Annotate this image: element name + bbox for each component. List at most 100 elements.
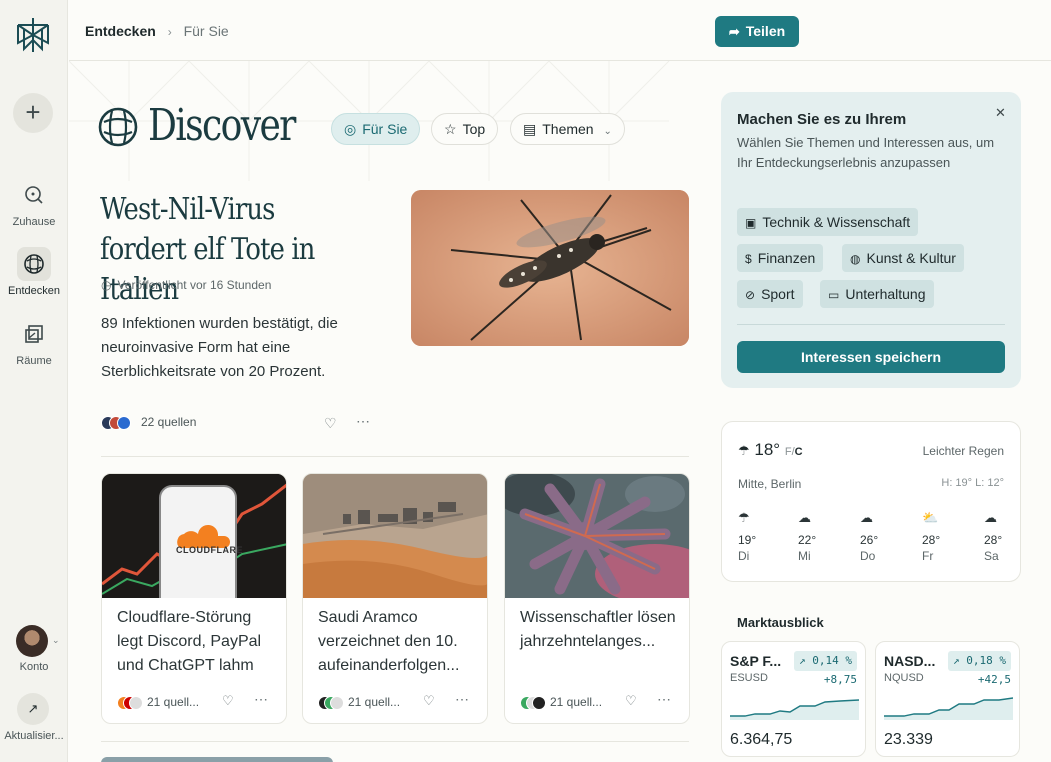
market-card-nasdaq[interactable]: NASD... ↗ 0,18 % NQUSD +42,5 23.339 <box>875 641 1020 757</box>
divider <box>737 324 1005 325</box>
card-image-starfish <box>505 474 689 604</box>
tag-unterhaltung[interactable]: ▭ Unterhaltung <box>820 280 934 308</box>
market-card-sp[interactable]: S&P F... ↗ 0,14 % ESUSD +8,75 6.364,75 <box>721 641 866 757</box>
hero-sources[interactable]: 22 quellen <box>101 415 196 430</box>
unit-f[interactable]: F <box>785 446 792 458</box>
tv-icon: ▭ <box>828 288 840 302</box>
market-symbol: NQUSD <box>884 672 924 684</box>
nav-raeume[interactable]: Räume <box>0 317 68 367</box>
partly-cloudy-icon: ⛅ <box>922 510 939 525</box>
breadcrumb: Entdecken › Für Sie <box>85 23 229 39</box>
unit-c[interactable]: C <box>795 446 803 458</box>
new-thread-button[interactable]: + <box>13 93 53 133</box>
hero-published-time: ◷ Veröffentlicht vor 16 Stunden <box>101 278 271 292</box>
hero-title[interactable]: West-Nil-Virus fordert elf Tote in Itali… <box>100 190 349 310</box>
weather-widget[interactable]: ☂ 18° F/C Leichter Regen Mitte, Berlin H… <box>721 421 1021 582</box>
unit-toggle[interactable]: F/C <box>785 446 803 458</box>
nav-entdecken[interactable]: Entdecken <box>0 247 68 297</box>
forecast-temp: 28° <box>984 533 1003 547</box>
forecast-day-name: Di <box>738 549 750 563</box>
partly-cloudy-rain-icon: ☁ <box>798 510 811 525</box>
market-change-abs: +8,75 <box>823 673 857 686</box>
chevron-down-icon[interactable]: ⌄ <box>52 635 60 646</box>
more-icon[interactable]: ⋯ <box>657 691 671 708</box>
hero-description: 89 Infektionen wurden bestätigt, die neu… <box>101 315 338 380</box>
source-favicons-icon <box>117 695 143 710</box>
chevron-down-icon: ⌄ <box>603 126 612 137</box>
account-label: Konto <box>19 661 49 673</box>
forecast-temp: 22° <box>798 533 817 547</box>
nav-label: Räume <box>16 355 52 367</box>
breadcrumb-entdecken[interactable]: Entdecken <box>85 23 156 39</box>
news-card-starfish[interactable]: Wissenschaftler lösen jahrzehntelanges..… <box>504 473 690 724</box>
news-card-aramco[interactable]: Saudi Aramco verzeichnet den 10. aufeina… <box>302 473 488 724</box>
forecast-day-name: Do <box>860 549 876 563</box>
market-title: Marktausblick <box>737 615 824 630</box>
market-change-pct: ↗ 0,14 % <box>794 651 857 671</box>
sparkle-compass-icon: ◎ <box>344 121 357 137</box>
interests-title: Machen Sie es zu Ihrem <box>737 111 907 128</box>
save-interests-button[interactable]: Interessen speichern <box>737 341 1005 373</box>
temp-value: 18° <box>754 440 781 459</box>
tab-label: Themen <box>542 121 594 137</box>
market-name: NASD... <box>884 653 936 669</box>
market-sparkline <box>730 699 859 720</box>
interests-subtitle: Wählen Sie Themen und Interessen aus, um… <box>737 135 995 170</box>
tag-technik-wissenschaft[interactable]: ▣ Technik & Wissenschaft <box>737 208 919 236</box>
market-sparkline <box>884 697 1013 720</box>
tab-fuer-sie[interactable]: ◎ Für Sie <box>331 113 421 145</box>
cloudflare-image-text: CLOUDFLARE <box>176 545 243 555</box>
top-bar: Entdecken › Für Sie ➦ Teilen <box>69 0 1051 61</box>
forecast-temp: 19° <box>738 533 757 547</box>
market-value: 23.339 <box>884 731 933 748</box>
share-button[interactable]: ➦ Teilen <box>715 16 799 47</box>
card-sources[interactable]: 21 quell... <box>117 695 199 710</box>
heart-icon[interactable]: ♡ <box>423 693 435 709</box>
card-title: Cloudflare-Störung legt Discord, PayPal … <box>117 609 262 674</box>
hero-image-mosquito[interactable] <box>411 190 689 346</box>
tag-label: Kunst & Kultur <box>866 250 956 266</box>
weather-high-low: H: 19° L: 12° <box>941 477 1004 489</box>
card-image-aramco <box>303 474 487 598</box>
weather-condition: Leichter Regen <box>922 444 1004 458</box>
more-icon[interactable]: ⋯ <box>254 691 268 708</box>
share-icon: ➦ <box>728 24 740 39</box>
forecast-day: ☁ 28° Sa <box>984 510 1014 564</box>
partly-cloudy-rain-icon: ☁ <box>860 510 873 525</box>
heart-icon[interactable]: ♡ <box>324 415 337 432</box>
tag-kunst-kultur[interactable]: ◍ Kunst & Kultur <box>842 244 964 272</box>
news-card-cloudflare[interactable]: CLOUDFLARE Cloudflare-Störung legt Disco… <box>101 473 287 724</box>
forecast-day-name: Mi <box>798 549 811 563</box>
tab-themen[interactable]: ▤ Themen ⌄ <box>510 113 625 145</box>
heart-icon[interactable]: ♡ <box>625 693 637 709</box>
close-icon[interactable]: ✕ <box>995 105 1006 121</box>
discover-globe-icon <box>17 247 51 281</box>
more-icon[interactable]: ⋯ <box>356 413 370 430</box>
card-sources[interactable]: 21 quell... <box>318 695 400 710</box>
next-card-image-peek[interactable] <box>101 757 333 762</box>
more-icon[interactable]: ⋯ <box>455 691 469 708</box>
tag-finanzen[interactable]: $ Finanzen <box>737 244 824 272</box>
forecast-day: ☁ 26° Do <box>860 510 890 564</box>
current-temp: ☂ 18° F/C <box>738 440 803 460</box>
time-text: Veröffentlicht vor 16 Stunden <box>117 278 272 292</box>
update-label: Aktualisier... <box>4 730 64 742</box>
tab-top[interactable]: ☆ Top <box>431 113 499 145</box>
nav-zuhause[interactable]: Zuhause <box>0 178 68 228</box>
heart-icon[interactable]: ♡ <box>222 693 234 709</box>
weather-location: Mitte, Berlin <box>738 477 802 491</box>
home-search-icon <box>17 178 51 212</box>
forecast-temp: 26° <box>860 533 879 547</box>
avatar[interactable] <box>16 625 48 657</box>
divider <box>101 456 689 457</box>
rain-cloud-icon: ☂ <box>738 510 750 525</box>
update-button[interactable]: ↗ <box>17 693 49 725</box>
share-label: Teilen <box>745 23 786 39</box>
tag-sport[interactable]: ⊘ Sport <box>737 280 803 308</box>
market-change-pct: ↗ 0,18 % <box>948 651 1011 671</box>
spaces-icon <box>17 317 51 351</box>
perplexity-logo-icon[interactable] <box>15 16 51 54</box>
card-sources[interactable]: 21 quell... <box>520 695 602 710</box>
source-favicons-icon <box>318 695 344 710</box>
arrow-up-right-icon: ↗ <box>27 701 39 716</box>
